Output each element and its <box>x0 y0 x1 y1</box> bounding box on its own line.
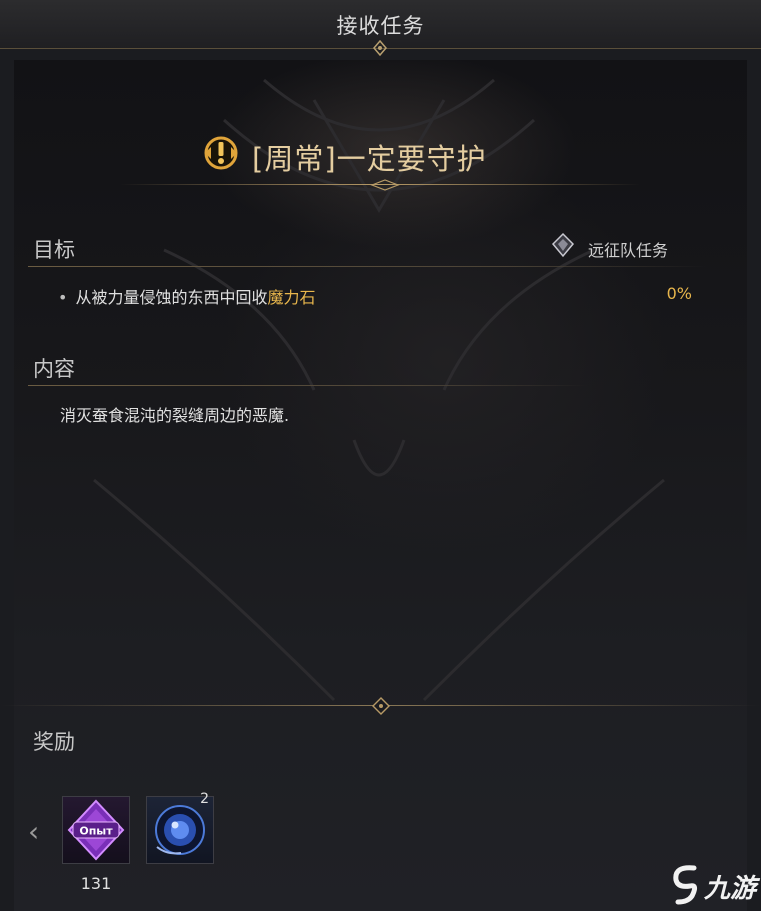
reward-ornament-icon <box>372 697 390 715</box>
window-title: 接收任务 <box>336 14 425 38</box>
content-description: 消灭蚕食混沌的裂缝周边的恶魔. <box>60 406 290 425</box>
quest-type-label: 远征队任务 <box>588 241 669 260</box>
objective-progress: 0% <box>666 284 692 303</box>
reward-slot-orb[interactable]: 2 <box>146 791 214 864</box>
watermark-logo: 九游 <box>668 862 758 906</box>
objective-item: • 从被力量侵蚀的东西中回收魔力石 <box>58 284 315 308</box>
quest-alert-icon <box>204 136 238 170</box>
objective-section-label: 目标 <box>33 238 75 262</box>
objective-highlight: 魔力石 <box>267 288 316 307</box>
content-divider <box>28 385 588 386</box>
experience-crystal-icon: Опыт <box>67 799 125 861</box>
reward-slot-exp[interactable]: Опыт <box>62 796 130 864</box>
orb-count-badge: 2 <box>200 791 209 807</box>
title-ornament-icon <box>373 40 387 56</box>
objective-text: 从被力量侵蚀的东西中回收 <box>75 288 268 307</box>
exp-label: Опыт <box>79 825 113 838</box>
watermark-swirl-icon <box>673 865 698 905</box>
exp-quantity: 131 <box>80 874 112 893</box>
divider-ornament-icon <box>370 179 400 191</box>
reward-section-label: 奖励 <box>33 730 75 754</box>
watermark-text: 九游 <box>704 874 757 904</box>
bullet: • <box>58 288 68 307</box>
expedition-emblem-icon <box>551 232 575 258</box>
quest-title: [周常]一定要守护 <box>252 142 487 176</box>
objective-divider <box>28 266 708 267</box>
window-titlebar: 接收任务 <box>0 0 761 56</box>
scroll-left-icon[interactable]: ‹ <box>28 815 39 848</box>
content-section-label: 内容 <box>33 357 75 381</box>
quest-type-tag: 远征队任务 <box>551 232 711 260</box>
